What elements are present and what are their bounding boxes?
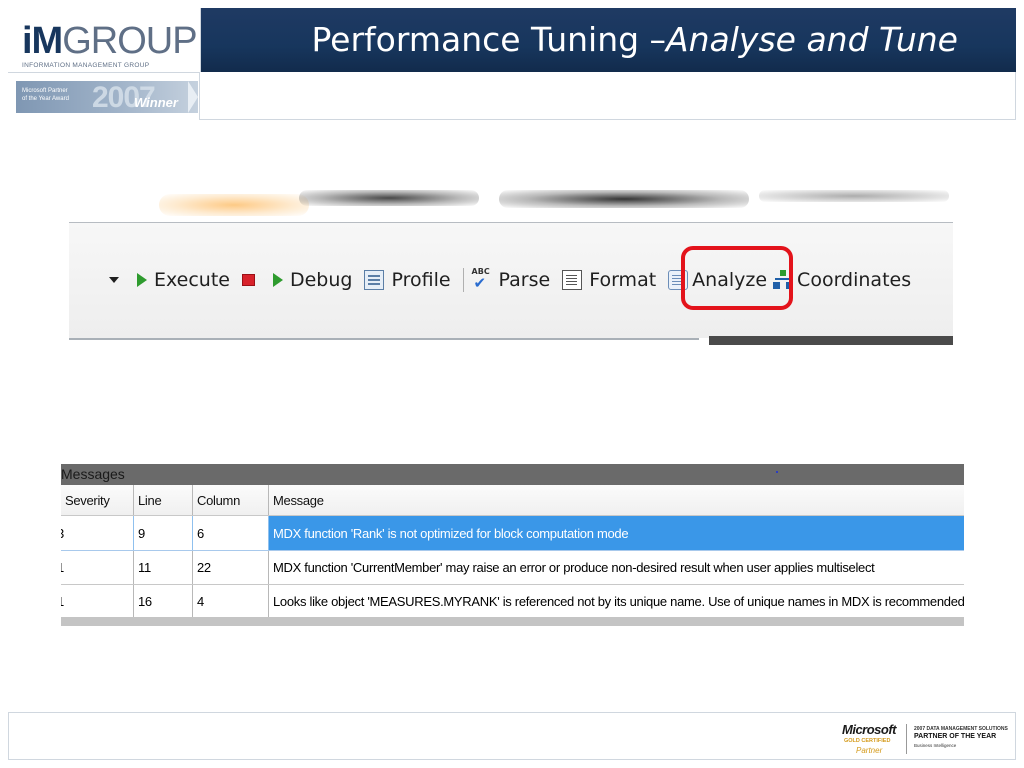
- chevron-down-icon[interactable]: [109, 277, 119, 283]
- toolbar: Execute Debug Profile ABC ✔ Parse Format …: [109, 262, 923, 298]
- messages-title-bar: Messages: [61, 464, 964, 485]
- table-row[interactable]: 3 9 6 MDX function 'Rank' is not optimiz…: [61, 516, 964, 551]
- parse-icon: ABC ✔: [471, 267, 490, 292]
- analyze-highlight-circle: [681, 246, 793, 310]
- column-header-severity[interactable]: Severity: [61, 485, 134, 515]
- blurred-tab: [499, 190, 749, 208]
- column-header-message[interactable]: Message: [269, 485, 964, 515]
- gold-certified: GOLD CERTIFIED: [844, 738, 891, 744]
- message-cell: Looks like object 'MEASURES.MYRANK' is r…: [273, 594, 964, 609]
- column-cell: 22: [193, 551, 269, 584]
- marker-dot: [776, 471, 778, 473]
- coordinates-button[interactable]: Coordinates: [773, 269, 911, 291]
- logo-subtitle: INFORMATION MANAGEMENT GROUP: [22, 62, 150, 69]
- blurred-tab: [299, 190, 479, 206]
- parse-button[interactable]: ABC ✔ Parse: [471, 267, 551, 292]
- blurred-active-tab: [159, 194, 309, 216]
- line-cell: 11: [134, 551, 193, 584]
- poy-line-2: PARTNER OF THE YEAR: [914, 733, 997, 740]
- award-arrow-icon: [188, 81, 198, 113]
- execute-button[interactable]: Execute: [137, 269, 230, 291]
- stop-icon: [241, 274, 255, 286]
- award-line-1: Microsoft Partner: [22, 88, 68, 94]
- profile-button[interactable]: Profile: [364, 269, 451, 291]
- format-icon: [562, 270, 583, 290]
- poy-line-1: 2007 DATA MANAGEMENT SOLUTIONS: [914, 726, 1008, 732]
- severity-cell: 3: [61, 516, 134, 550]
- divider: [69, 338, 699, 340]
- severity-cell: 1: [61, 585, 134, 618]
- messages-panel: Messages Severity Line Column Message 3 …: [61, 464, 964, 626]
- table-row[interactable]: 1 16 4 Looks like object 'MEASURES.MYRAN…: [61, 585, 964, 619]
- stop-button[interactable]: [241, 274, 255, 286]
- message-cell: MDX function 'Rank' is not optimized for…: [273, 525, 629, 541]
- column-cell: 6: [193, 516, 269, 550]
- debug-label: Debug: [289, 269, 353, 291]
- award-winner: Winner: [134, 95, 178, 110]
- column-header-column[interactable]: Column: [193, 485, 269, 515]
- slide-title: Performance Tuning –Analyse and Tune: [311, 18, 958, 62]
- microsoft-word: Microsoft: [842, 722, 897, 737]
- line-cell: 16: [134, 585, 193, 618]
- grid-header-row: Severity Line Column Message: [61, 485, 964, 516]
- panel-edge: [709, 336, 953, 345]
- severity-cell: 1: [61, 551, 134, 584]
- footer-divider: [906, 724, 907, 754]
- line-cell: 9: [134, 516, 193, 550]
- column-cell: 4: [193, 585, 269, 618]
- partner-of-year-badge: 2007 DATA MANAGEMENT SOLUTIONS PARTNER O…: [914, 726, 1014, 752]
- profile-label: Profile: [391, 269, 451, 291]
- award-line-2: of the Year Award: [22, 96, 69, 102]
- format-button[interactable]: Format: [562, 269, 656, 291]
- debug-button[interactable]: Debug: [272, 269, 353, 291]
- title-bar: Performance Tuning –Analyse and Tune: [201, 8, 1016, 72]
- toolbar-separator: [462, 268, 464, 292]
- title-prefix: Performance Tuning –: [311, 20, 667, 59]
- format-label: Format: [589, 269, 657, 291]
- logo-prefix: iM: [22, 20, 63, 62]
- logo-word: GROUP: [62, 20, 197, 62]
- coordinates-label: Coordinates: [797, 269, 912, 291]
- blurred-tab: [759, 190, 949, 202]
- toolbar-screenshot: Execute Debug Profile ABC ✔ Parse Format …: [69, 190, 953, 345]
- partner-label: Partner: [856, 746, 883, 755]
- title-emphasis: Analyse and Tune: [666, 20, 958, 59]
- award-box: 2007 Microsoft Partner of the Year Award…: [8, 72, 200, 120]
- microsoft-partner-logo: Microsoft GOLD CERTIFIED Partner: [842, 720, 902, 756]
- poy-line-3: Business Intelligence: [914, 743, 957, 748]
- horizontal-scrollbar[interactable]: [61, 617, 964, 626]
- execute-label: Execute: [154, 269, 230, 291]
- company-logo: iMGROUP INFORMATION MANAGEMENT GROUP: [8, 8, 201, 72]
- parse-label: Parse: [498, 269, 551, 291]
- profile-icon: [364, 270, 385, 290]
- play-icon: [137, 273, 147, 287]
- messages-title: Messages: [61, 466, 125, 482]
- table-row[interactable]: 1 11 22 MDX function 'CurrentMember' may…: [61, 551, 964, 585]
- column-header-line[interactable]: Line: [134, 485, 193, 515]
- message-cell: MDX function 'CurrentMember' may raise a…: [273, 560, 875, 575]
- award-badge: 2007 Microsoft Partner of the Year Award…: [16, 81, 198, 113]
- play-icon: [272, 273, 283, 287]
